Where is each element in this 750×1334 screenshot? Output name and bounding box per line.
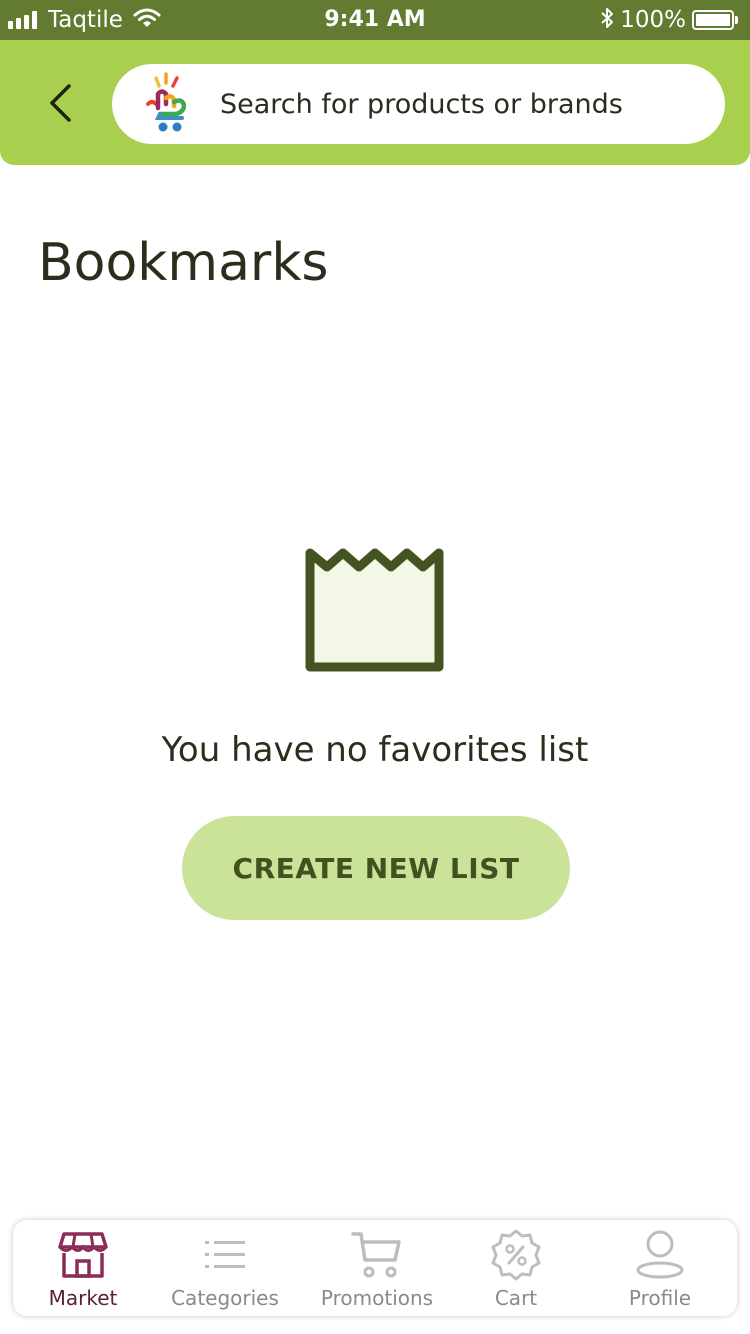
nav-item-market[interactable]: Market — [13, 1220, 153, 1316]
nav-label-market: Market — [48, 1286, 118, 1310]
status-bar: Taqtile 9:41 AM 100% — [0, 0, 750, 40]
store-icon — [58, 1228, 108, 1282]
create-new-list-button[interactable]: CREATE NEW LIST — [182, 816, 570, 920]
bluetooth-icon — [600, 7, 614, 33]
empty-list-icon — [305, 545, 445, 675]
person-icon — [634, 1228, 686, 1282]
list-icon — [203, 1228, 247, 1282]
page-title: Bookmarks — [38, 233, 329, 293]
back-button[interactable] — [38, 78, 82, 128]
status-right: 100% — [600, 0, 738, 40]
brand-logo-icon — [142, 72, 194, 136]
nav-item-promotions[interactable]: Promotions — [307, 1220, 447, 1316]
nav-label-cart: Cart — [494, 1286, 538, 1310]
battery-percent: 100% — [620, 7, 686, 33]
cart-icon — [351, 1228, 403, 1282]
nav-item-categories[interactable]: Categories — [155, 1220, 295, 1316]
nav-item-profile[interactable]: Profile — [590, 1220, 730, 1316]
search-placeholder: Search for products or brands — [220, 88, 623, 120]
search-input[interactable]: Search for products or brands — [112, 64, 725, 144]
nav-label-profile: Profile — [628, 1286, 692, 1310]
header: Search for products or brands — [0, 40, 750, 165]
nav-item-cart[interactable]: Cart — [446, 1220, 586, 1316]
battery-icon — [692, 10, 734, 30]
nav-label-categories: Categories — [171, 1286, 279, 1310]
empty-message: You have no favorites list — [161, 730, 589, 770]
discount-badge-icon — [489, 1228, 543, 1282]
bottom-nav: Market Categories Promotions Cart Profil… — [13, 1220, 737, 1316]
nav-label-promotions: Promotions — [320, 1286, 434, 1310]
chevron-left-icon — [50, 84, 71, 122]
